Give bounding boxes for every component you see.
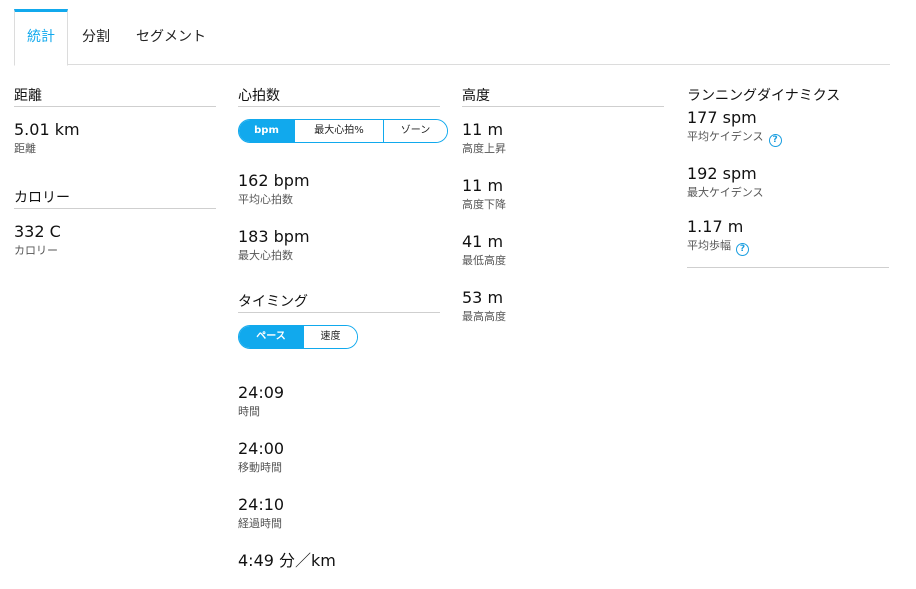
divider [14, 106, 216, 107]
elevation-loss-stat: 11 m 高度下降 [462, 176, 664, 212]
column-elevation: 高度 11 m 高度上昇 11 m 高度下降 41 m 最低高度 53 m 最高… [462, 88, 664, 324]
min-elevation-value: 41 m [462, 232, 504, 251]
calories-value: 332 C [14, 222, 61, 241]
avg-stride-length-stat: 1.17 m 平均歩幅? [687, 217, 889, 256]
avg-heart-rate-stat: 162 bpm 平均心拍数 [238, 171, 440, 207]
elevation-gain-stat: 11 m 高度上昇 [462, 120, 664, 156]
divider [462, 106, 664, 107]
divider [238, 312, 440, 313]
max-elevation-label: 最高高度 [462, 310, 506, 323]
tab-bar: 統計 分割 セグメント [14, 9, 890, 66]
max-cadence-label: 最大ケイデンス [687, 186, 764, 199]
avg-heart-rate-value: 162 bpm [238, 171, 310, 190]
distance-value: 5.01 km [14, 120, 80, 139]
time-label: 時間 [238, 405, 260, 418]
tab-segments[interactable]: セグメント [135, 9, 207, 65]
max-cadence-stat: 192 spm 最大ケイデンス [687, 164, 889, 200]
max-heart-rate-label: 最大心拍数 [238, 249, 293, 262]
divider [14, 208, 216, 209]
elevation-loss-label: 高度下降 [462, 198, 506, 211]
toggle-pace[interactable]: ペース [239, 326, 303, 348]
avg-stride-length-value: 1.17 m [687, 217, 744, 236]
column-distance-calories: 距離 5.01 km 距離 カロリー 332 C カロリー [14, 88, 216, 258]
max-cadence-value: 192 spm [687, 164, 757, 183]
elevation-loss-value: 11 m [462, 176, 504, 195]
max-heart-rate-value: 183 bpm [238, 227, 310, 246]
max-heart-rate-stat: 183 bpm 最大心拍数 [238, 227, 440, 263]
toggle-bpm[interactable]: bpm [239, 120, 294, 142]
distance-section-title: 距離 [14, 88, 42, 104]
distance-stat: 5.01 km 距離 [14, 120, 216, 156]
toggle-zones[interactable]: ゾーン [383, 120, 447, 142]
avg-cadence-stat: 177 spm 平均ケイデンス? [687, 108, 889, 147]
avg-stride-length-label: 平均歩幅 [687, 239, 731, 252]
moving-time-label: 移動時間 [238, 461, 282, 474]
avg-cadence-label: 平均ケイデンス [687, 130, 764, 143]
column-heart-rate-timing: 心拍数 bpm 最大心拍% ゾーン 162 bpm 平均心拍数 183 bpm … [238, 88, 448, 571]
help-icon[interactable]: ? [736, 243, 749, 256]
tab-splits[interactable]: 分割 [81, 9, 111, 65]
elapsed-time-value: 24:10 [238, 495, 285, 514]
heart-rate-section-title: 心拍数 [238, 88, 280, 104]
moving-time-stat: 24:00 移動時間 [238, 439, 440, 475]
time-stat: 24:09 時間 [238, 383, 440, 419]
avg-pace-value: 4:49 分／km [238, 551, 336, 570]
calories-section-title: カロリー [14, 190, 70, 206]
elevation-gain-value: 11 m [462, 120, 504, 139]
heart-rate-unit-toggle: bpm 最大心拍% ゾーン [238, 119, 448, 143]
moving-time-value: 24:00 [238, 439, 285, 458]
elapsed-time-label: 経過時間 [238, 517, 282, 530]
toggle-speed[interactable]: 速度 [303, 326, 357, 348]
elapsed-time-stat: 24:10 経過時間 [238, 495, 440, 531]
min-elevation-stat: 41 m 最低高度 [462, 232, 664, 268]
elevation-section-title: 高度 [462, 88, 490, 104]
elevation-gain-label: 高度上昇 [462, 142, 506, 155]
running-dynamics-section-title: ランニングダイナミクス [687, 88, 841, 104]
min-elevation-label: 最低高度 [462, 254, 506, 267]
tab-stats[interactable]: 統計 [14, 9, 68, 66]
max-elevation-stat: 53 m 最高高度 [462, 288, 664, 324]
help-icon[interactable]: ? [768, 134, 782, 147]
max-elevation-value: 53 m [462, 288, 504, 307]
calories-stat: 332 C カロリー [14, 222, 216, 258]
timing-section-title: タイミング [238, 294, 308, 310]
distance-label: 距離 [14, 142, 36, 155]
toggle-max-hr-percent[interactable]: 最大心拍% [294, 120, 383, 142]
time-value: 24:09 [238, 383, 285, 402]
divider [687, 267, 889, 268]
divider [238, 106, 440, 107]
avg-pace-stat: 4:49 分／km [238, 551, 440, 571]
avg-heart-rate-label: 平均心拍数 [238, 193, 293, 206]
calories-label: カロリー [14, 244, 58, 257]
avg-cadence-value: 177 spm [687, 108, 757, 127]
timing-mode-toggle: ペース 速度 [238, 325, 358, 349]
column-running-dynamics: ランニングダイナミクス 177 spm 平均ケイデンス? 192 spm 最大ケ… [687, 88, 889, 268]
